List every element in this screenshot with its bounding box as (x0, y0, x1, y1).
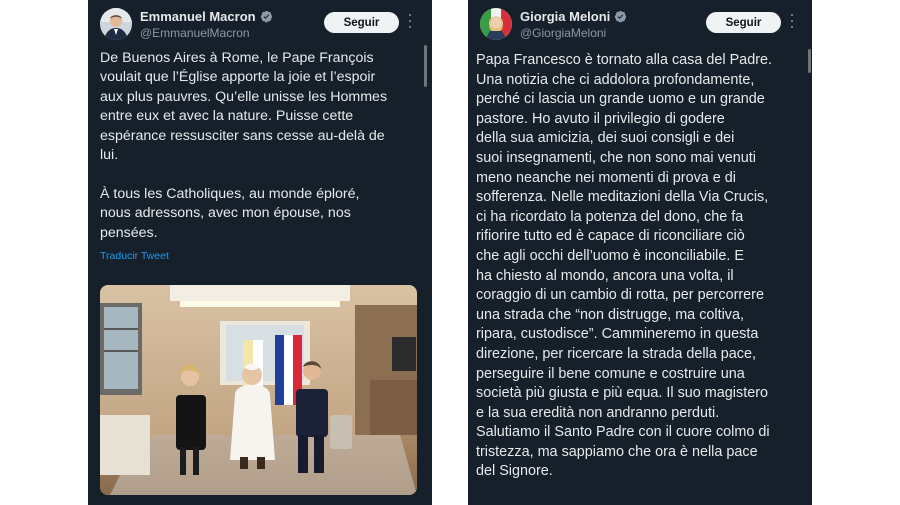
scrollbar[interactable] (424, 45, 427, 87)
handle: @GiorgiaMeloni (520, 26, 607, 40)
translate-tweet-link[interactable]: Traducir Tweet (100, 250, 169, 262)
display-name[interactable]: Emmanuel Macron (140, 9, 256, 24)
avatar-meloni[interactable] (480, 8, 512, 40)
tweet-meloni: Giorgia Meloni @GiorgiaMeloni Seguir Pap… (468, 0, 812, 505)
scrollbar[interactable] (808, 49, 811, 73)
handle: @EmmanuelMacron (140, 26, 250, 40)
display-name[interactable]: Giorgia Meloni (520, 9, 610, 24)
meeting-photo-image (100, 285, 417, 495)
tweet-macron: Emmanuel Macron @EmmanuelMacron Seguir D… (88, 0, 432, 505)
more-options-icon[interactable] (790, 14, 794, 28)
tweet-text: De Buenos Aires à Rome, le Pape François… (100, 50, 388, 241)
verified-badge-icon (260, 10, 272, 23)
verified-badge-icon (615, 10, 627, 23)
tweet-photo[interactable] (100, 285, 417, 495)
avatar-macron[interactable] (100, 8, 132, 40)
tweet-text: Papa Francesco è tornato alla casa del P… (476, 52, 772, 480)
follow-button[interactable]: Seguir (324, 12, 399, 33)
follow-button[interactable]: Seguir (706, 12, 781, 33)
more-options-icon[interactable] (408, 14, 412, 28)
